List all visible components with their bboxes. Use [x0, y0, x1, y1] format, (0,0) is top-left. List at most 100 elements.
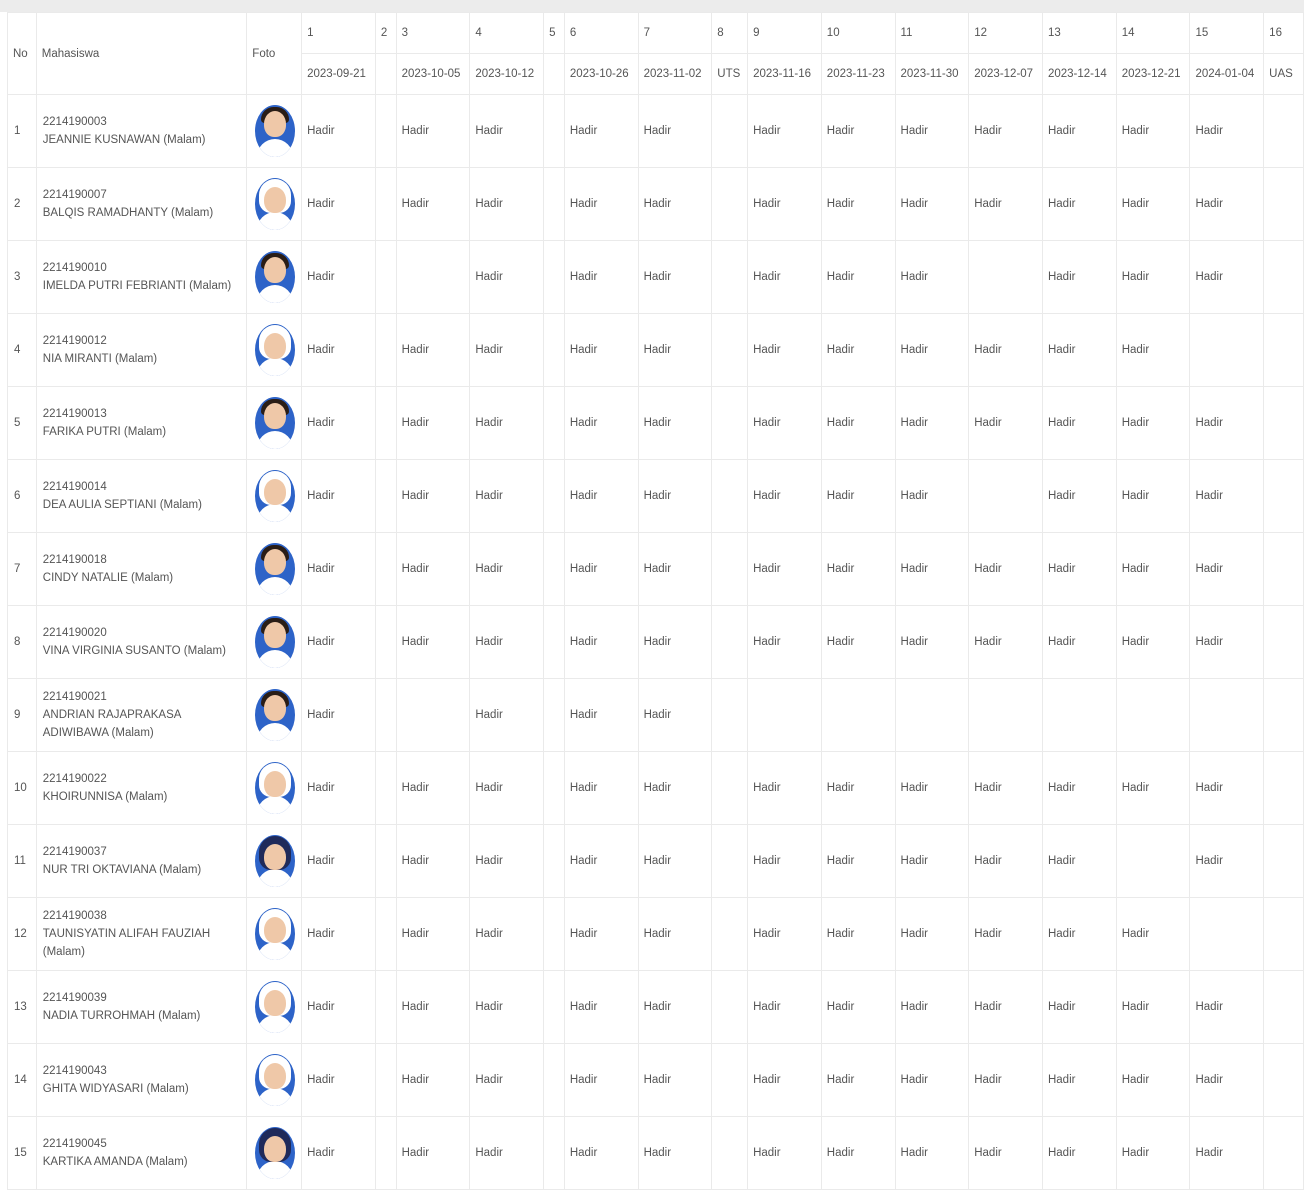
attendance-cell: Hadir [469, 94, 545, 168]
attendance-cell [1263, 751, 1304, 825]
header-session-14: 14 [1115, 12, 1191, 54]
header-session-7: 7 [637, 12, 713, 54]
attendance-cell: Hadir [301, 678, 376, 752]
attendance-cell: Hadir [1189, 386, 1265, 460]
photo-cell [246, 970, 303, 1044]
attendance-cell: Hadir [301, 605, 376, 679]
attendance-cell: Hadir [968, 94, 1043, 168]
row-number: 6 [7, 459, 37, 533]
row-number: 15 [7, 1116, 37, 1190]
header-session-6: 6 [563, 12, 639, 54]
attendance-cell: Hadir [637, 94, 713, 168]
header-session-date: 2023-12-21 [1115, 53, 1191, 95]
attendance-cell [711, 313, 749, 387]
attendance-cell: Hadir [894, 167, 970, 241]
student-name: TAUNISYATIN ALIFAH FAUZIAH (Malam) [42, 928, 211, 958]
student-cell: 2214190013 FARIKA PUTRI (Malam) [35, 386, 248, 460]
student-photo-icon [255, 1127, 296, 1179]
attendance-cell: Hadir [469, 1116, 545, 1190]
attendance-cell [543, 824, 565, 898]
photo-cell [246, 167, 303, 241]
attendance-cell: Hadir [301, 897, 376, 971]
attendance-cell: Hadir [395, 970, 471, 1044]
photo-cell [246, 532, 303, 606]
row-number: 8 [7, 605, 37, 679]
attendance-cell: Hadir [637, 313, 713, 387]
student-photo-icon [255, 470, 296, 522]
attendance-cell: Hadir [301, 1043, 376, 1117]
student-cell: 2214190022 KHOIRUNNISA (Malam) [35, 751, 248, 825]
attendance-cell: Hadir [968, 605, 1043, 679]
attendance-cell: Hadir [747, 897, 822, 971]
attendance-cell: Hadir [1115, 532, 1191, 606]
attendance-cell: Hadir [968, 1043, 1043, 1117]
attendance-cell: Hadir [1041, 751, 1117, 825]
attendance-cell: Hadir [563, 751, 639, 825]
attendance-cell: Hadir [820, 167, 896, 241]
table-row: 10 2214190022 KHOIRUNNISA (Malam) Hadir Hadi… [7, 751, 1304, 825]
attendance-cell: Hadir [395, 167, 471, 241]
student-name: GHITA WIDYASARI (Malam) [42, 1083, 189, 1095]
student-name: DEA AULIA SEPTIANI (Malam) [42, 499, 202, 511]
attendance-cell [543, 1043, 565, 1117]
attendance-cell: Hadir [894, 605, 970, 679]
row-number: 2 [7, 167, 37, 241]
attendance-cell: Hadir [1189, 605, 1265, 679]
attendance-cell: Hadir [637, 386, 713, 460]
attendance-cell: Hadir [894, 94, 970, 168]
attendance-cell: Hadir [563, 897, 639, 971]
attendance-cell [374, 897, 397, 971]
student-name: FARIKA PUTRI (Malam) [42, 426, 167, 438]
attendance-cell: Hadir [469, 824, 545, 898]
attendance-cell: Hadir [1189, 1116, 1265, 1190]
attendance-cell: Hadir [968, 532, 1043, 606]
attendance-cell [711, 605, 749, 679]
student-cell: 2214190039 NADIA TURROHMAH (Malam) [35, 970, 248, 1044]
attendance-cell: Hadir [747, 459, 822, 533]
attendance-cell: Hadir [1041, 1116, 1117, 1190]
attendance-cell [374, 1116, 397, 1190]
student-nim: 2214190039 [42, 992, 107, 1004]
attendance-cell: Hadir [1115, 386, 1191, 460]
attendance-cell: Hadir [1041, 167, 1117, 241]
attendance-cell [968, 240, 1043, 314]
student-cell: 2214190020 VINA VIRGINIA SUSANTO (Malam) [35, 605, 248, 679]
attendance-cell: Hadir [637, 824, 713, 898]
row-number: 10 [7, 751, 37, 825]
student-nim: 2214190021 [42, 691, 107, 703]
attendance-cell: Hadir [1041, 386, 1117, 460]
attendance-cell [747, 678, 822, 752]
table-row: 13 2214190039 NADIA TURROHMAH (Malam) Hadir… [7, 970, 1304, 1044]
header-session-5: 5 [543, 12, 565, 54]
header-session-3: 3 [395, 12, 471, 54]
photo-cell [246, 459, 303, 533]
attendance-cell: Hadir [968, 313, 1043, 387]
student-nim: 2214190038 [42, 910, 107, 922]
attendance-cell: Hadir [395, 897, 471, 971]
student-nim: 2214190020 [42, 627, 107, 639]
attendance-cell: Hadir [894, 459, 970, 533]
header-session-date: 2023-12-07 [968, 53, 1043, 95]
attendance-cell: Hadir [395, 1116, 471, 1190]
attendance-cell: Hadir [563, 167, 639, 241]
table-row: 1 2214190003 JEANNIE KUSNAWAN (Malam) Hadir… [7, 94, 1304, 168]
attendance-cell: Hadir [469, 240, 545, 314]
student-nim: 2214190013 [42, 408, 107, 420]
attendance-cell [374, 313, 397, 387]
photo-cell [246, 751, 303, 825]
attendance-cell: Hadir [820, 970, 896, 1044]
student-cell: 2214190045 KARTIKA AMANDA (Malam) [35, 1116, 248, 1190]
attendance-cell: Hadir [820, 1043, 896, 1117]
attendance-cell: Hadir [747, 1116, 822, 1190]
header-session-date [374, 53, 397, 95]
attendance-cell: Hadir [747, 94, 822, 168]
table-row: 3 2214190010 IMELDA PUTRI FEBRIANTI (Malam… [7, 240, 1304, 314]
attendance-cell: Hadir [820, 240, 896, 314]
attendance-cell [543, 678, 565, 752]
attendance-cell [1263, 240, 1304, 314]
header-session-date: 2023-11-23 [820, 53, 896, 95]
attendance-cell: Hadir [469, 897, 545, 971]
attendance-cell [543, 532, 565, 606]
attendance-cell: Hadir [747, 824, 822, 898]
attendance-cell: Hadir [968, 751, 1043, 825]
